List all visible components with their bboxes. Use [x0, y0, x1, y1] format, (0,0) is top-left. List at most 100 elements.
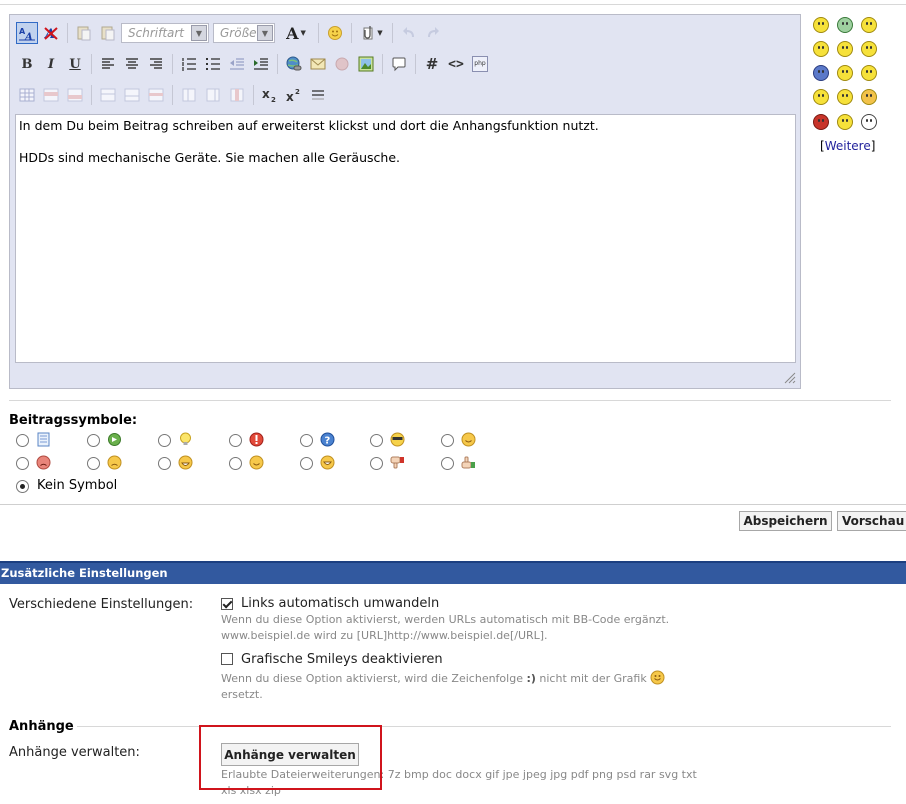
table-insert-row-button[interactable] — [97, 84, 119, 106]
disable-smilies-label[interactable]: Grafische Smileys deaktivieren — [241, 652, 443, 667]
post-icon-radio[interactable] — [158, 457, 171, 470]
unordered-list-button[interactable] — [202, 53, 224, 75]
post-icon-radio[interactable] — [158, 434, 171, 447]
underline-button[interactable]: U — [64, 53, 86, 75]
insert-link-button[interactable] — [283, 53, 305, 75]
smilie-grin-icon[interactable] — [837, 17, 853, 33]
indent-button[interactable] — [250, 53, 272, 75]
message-line: In dem Du beim Beitrag schreiben auf erw… — [19, 118, 599, 133]
smilie-frown-icon[interactable] — [837, 41, 853, 57]
post-icon-radio[interactable] — [16, 457, 29, 470]
redo-button[interactable] — [422, 22, 444, 44]
smilie-happy-icon[interactable] — [861, 17, 877, 33]
smilie-shock-icon[interactable] — [861, 114, 877, 130]
ordered-list-icon — [182, 58, 196, 71]
align-right-button[interactable] — [145, 53, 167, 75]
smilie-devil-icon[interactable] — [861, 89, 877, 105]
post-icon-radio[interactable] — [441, 434, 454, 447]
table-delete-row-button[interactable] — [121, 84, 143, 106]
table-remove-row-button[interactable] — [145, 84, 167, 106]
smilie-eek-icon[interactable] — [837, 114, 853, 130]
resize-grip-icon[interactable] — [784, 372, 796, 384]
hint-line: www.beispiel.de wird zu [URL]http://www.… — [221, 629, 548, 642]
paste-text-button[interactable] — [97, 22, 119, 44]
table-icon — [19, 88, 35, 102]
parse-urls-checkbox[interactable] — [221, 598, 233, 610]
smilie-confused-icon[interactable] — [813, 41, 829, 57]
outdent-icon — [230, 58, 244, 70]
post-icon-none-radio[interactable] — [16, 480, 29, 493]
remove-link-button[interactable] — [331, 53, 353, 75]
align-center-button[interactable] — [121, 53, 143, 75]
smilie-crazy-icon[interactable] — [837, 89, 853, 105]
post-icon-radio[interactable] — [300, 434, 313, 447]
parse-urls-label[interactable]: Links automatisch umwandeln — [241, 596, 439, 611]
table-col-after-button[interactable] — [202, 84, 224, 106]
post-icon-radio[interactable] — [229, 457, 242, 470]
bracket-close: ] — [870, 139, 876, 153]
post-icon-radio[interactable] — [87, 434, 100, 447]
smilie-sad-icon[interactable] — [813, 65, 829, 81]
post-icon-radio[interactable] — [87, 457, 100, 470]
post-icon-radio[interactable] — [370, 434, 383, 447]
font-color-button[interactable]: A ▼ — [279, 22, 313, 44]
subscript-button[interactable]: x2 — [259, 84, 281, 106]
table-row-before-button[interactable] — [40, 84, 62, 106]
size-select-value: Größe — [220, 26, 257, 40]
align-left-button[interactable] — [97, 53, 119, 75]
table-row-icon — [67, 88, 83, 102]
bold-button[interactable]: B — [16, 53, 38, 75]
switch-mode-icon: AA — [19, 27, 35, 41]
smilie-angry-icon[interactable] — [813, 114, 829, 130]
table-row-after-button[interactable] — [64, 84, 86, 106]
thumbs-up-icon — [461, 456, 475, 469]
indent-icon — [254, 58, 268, 70]
smilie-biggrin-icon[interactable] — [813, 89, 829, 105]
undo-button[interactable] — [398, 22, 420, 44]
disable-smilies-checkbox[interactable] — [221, 653, 233, 665]
smilie-mad-icon[interactable] — [861, 65, 877, 81]
insert-table-button[interactable] — [16, 84, 38, 106]
remove-format-button[interactable]: A — [40, 22, 62, 44]
ordered-list-button[interactable] — [178, 53, 200, 75]
attach-button[interactable]: ▼ — [357, 22, 387, 44]
smilie-smile-icon[interactable] — [813, 17, 829, 33]
preview-button[interactable]: Vorschau — [837, 511, 906, 531]
table-col-delete-button[interactable] — [226, 84, 248, 106]
superscript-button[interactable]: x2 — [283, 84, 305, 106]
document-icon — [37, 432, 50, 447]
unlink-icon — [335, 57, 349, 71]
insert-php-button[interactable]: php — [469, 53, 491, 75]
post-icon-radio[interactable] — [441, 457, 454, 470]
horizontal-rule-button[interactable] — [307, 84, 329, 106]
message-line: HDDs sind mechanische Geräte. Sie machen… — [19, 150, 400, 165]
more-smilies-link[interactable]: Weitere — [825, 139, 871, 153]
switch-mode-button[interactable]: AA — [16, 22, 38, 44]
post-icon-radio[interactable] — [229, 434, 242, 447]
chevron-down-icon: ▼ — [377, 29, 383, 37]
smilie-rolleyes-icon[interactable] — [837, 65, 853, 81]
divider — [0, 504, 906, 505]
insert-email-button[interactable] — [307, 53, 329, 75]
save-button[interactable]: Abspeichern — [739, 511, 832, 531]
toolbar-separator — [415, 54, 416, 74]
outdent-button[interactable] — [226, 53, 248, 75]
post-icon-radio[interactable] — [16, 434, 29, 447]
italic-button[interactable]: I — [40, 53, 62, 75]
size-select[interactable]: Größe ▼ — [213, 23, 275, 43]
post-icon-radio[interactable] — [370, 457, 383, 470]
insert-smilie-button[interactable] — [324, 22, 346, 44]
message-textarea[interactable]: In dem Du beim Beitrag schreiben auf erw… — [15, 114, 796, 363]
paste-button[interactable] — [73, 22, 95, 44]
font-select[interactable]: Schriftart ▼ — [121, 23, 209, 43]
insert-quote-button[interactable] — [388, 53, 410, 75]
hint-code: :) — [526, 672, 536, 685]
insert-code-hash-button[interactable]: # — [421, 53, 443, 75]
insert-image-button[interactable] — [355, 53, 377, 75]
no-icon-label: Kein Symbol — [37, 478, 118, 493]
thumbs-down-icon — [390, 456, 404, 469]
smilie-cool-icon[interactable] — [861, 41, 877, 57]
post-icon-radio[interactable] — [300, 457, 313, 470]
insert-html-code-button[interactable]: <> — [445, 53, 467, 75]
table-col-before-button[interactable] — [178, 84, 200, 106]
